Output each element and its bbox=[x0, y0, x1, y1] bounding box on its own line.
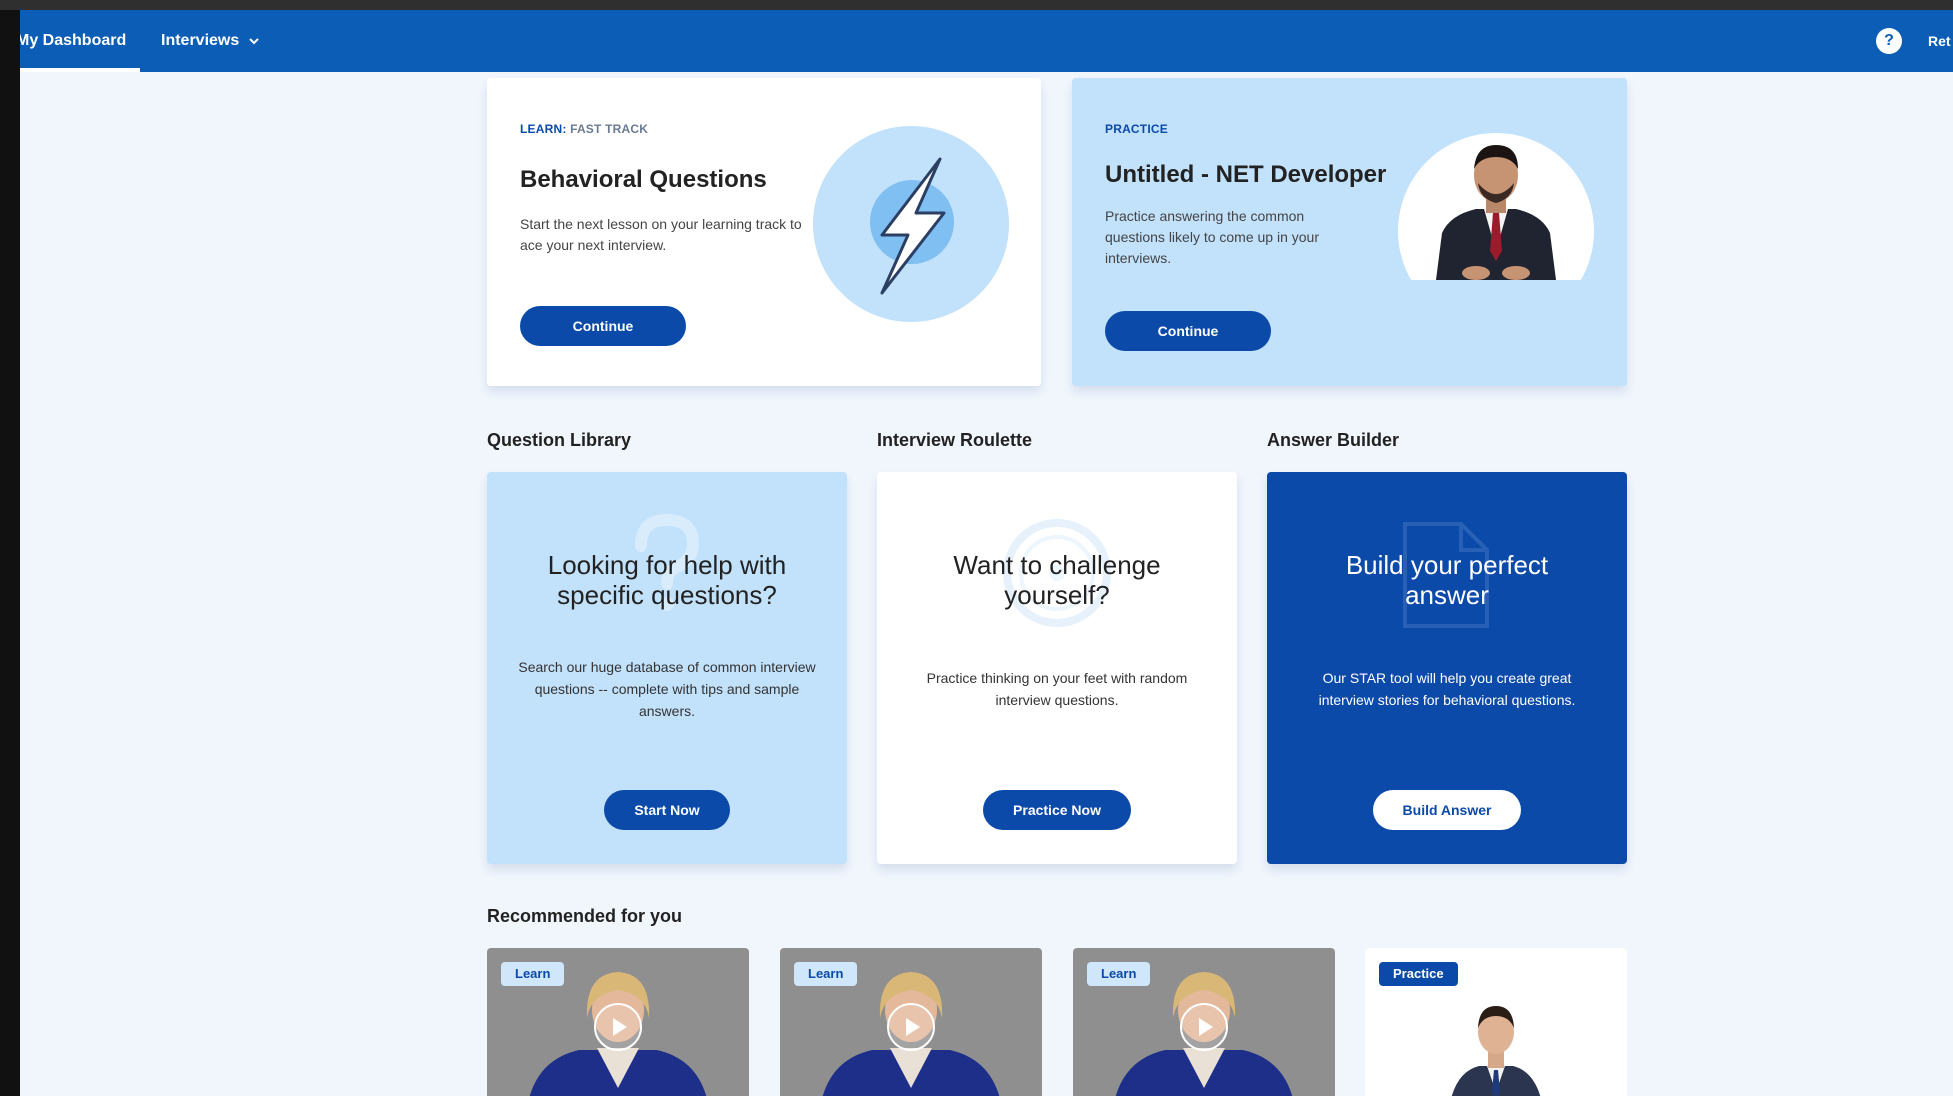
interview-roulette-card: Want to challenge yourself? Practice thi… bbox=[877, 472, 1237, 864]
practice-now-button[interactable]: Practice Now bbox=[983, 790, 1131, 830]
app-viewport: My Dashboard Interviews ? Ret LEARN: FAS… bbox=[20, 10, 1953, 1096]
section-title-interview-roulette: Interview Roulette bbox=[877, 430, 1033, 450]
nav-my-dashboard[interactable]: My Dashboard bbox=[20, 32, 126, 50]
practice-badge: Practice bbox=[1379, 962, 1458, 986]
window-top-border bbox=[0, 0, 1953, 10]
play-icon[interactable] bbox=[886, 1002, 936, 1052]
interview-roulette-body: Practice thinking on your feet with rand… bbox=[926, 670, 1188, 708]
learn-card-title: Behavioral Questions bbox=[520, 166, 767, 193]
recommended-card-learn-3[interactable]: Learn bbox=[1073, 948, 1335, 1096]
question-library-heading: Looking for help with specific questions… bbox=[547, 550, 787, 610]
answer-builder-body: Our STAR tool will help you create great… bbox=[1318, 670, 1576, 708]
interviewer-avatar bbox=[1451, 1006, 1541, 1096]
build-answer-button[interactable]: Build Answer bbox=[1373, 790, 1521, 830]
practice-card-description: Practice answering the common questions … bbox=[1105, 208, 1319, 266]
nav-active-indicator bbox=[20, 68, 140, 72]
question-library-body: Search our huge database of common inter… bbox=[518, 659, 816, 719]
top-navbar: My Dashboard Interviews ? Ret bbox=[20, 10, 1953, 72]
play-icon[interactable] bbox=[593, 1002, 643, 1052]
answer-builder-heading: Build your perfect answer bbox=[1345, 550, 1549, 610]
practice-card-title: Untitled - NET Developer bbox=[1105, 161, 1387, 188]
interviewer-avatar bbox=[1398, 133, 1594, 280]
practice-card: PRACTICE Untitled - NET Developer Practi… bbox=[1072, 78, 1627, 386]
section-title-question-library: Question Library bbox=[487, 430, 632, 450]
learn-continue-button[interactable]: Continue bbox=[520, 306, 686, 346]
recommended-card-practice[interactable]: Practice bbox=[1365, 948, 1627, 1096]
practice-card-eyebrow: PRACTICE bbox=[1105, 122, 1168, 136]
chevron-down-icon bbox=[249, 38, 259, 45]
help-icon[interactable]: ? bbox=[1876, 28, 1902, 54]
eyebrow-primary: LEARN: bbox=[520, 122, 567, 136]
interview-roulette-heading: Want to challenge yourself? bbox=[953, 550, 1161, 610]
start-now-button[interactable]: Start Now bbox=[604, 790, 730, 830]
recommended-card-learn-1[interactable]: Learn bbox=[487, 948, 749, 1096]
learn-badge: Learn bbox=[794, 962, 858, 986]
recommended-card-learn-2[interactable]: Learn bbox=[780, 948, 1042, 1096]
learn-badge: Learn bbox=[1087, 962, 1151, 986]
eyebrow-secondary: FAST TRACK bbox=[570, 122, 649, 136]
practice-continue-button[interactable]: Continue bbox=[1105, 311, 1271, 351]
nav-interviews-label: Interviews bbox=[161, 32, 240, 49]
play-icon[interactable] bbox=[1179, 1002, 1229, 1052]
learn-badge: Learn bbox=[501, 962, 565, 986]
question-library-card: Looking for help with specific questions… bbox=[487, 472, 847, 864]
learn-card-eyebrow: LEARN: FAST TRACK bbox=[520, 122, 648, 136]
window-left-border bbox=[0, 10, 20, 1096]
section-title-recommended: Recommended for you bbox=[487, 906, 683, 926]
answer-builder-card: Build your perfect answer Our STAR tool … bbox=[1267, 472, 1627, 864]
lightning-icon bbox=[813, 126, 1009, 322]
section-title-answer-builder: Answer Builder bbox=[1267, 430, 1400, 450]
nav-right-link[interactable]: Ret bbox=[1928, 33, 1951, 49]
learn-card: LEARN: FAST TRACK Behavioral Questions S… bbox=[487, 78, 1041, 386]
nav-interviews[interactable]: Interviews bbox=[161, 32, 260, 50]
learn-card-description: Start the next lesson on your learning t… bbox=[520, 216, 802, 253]
